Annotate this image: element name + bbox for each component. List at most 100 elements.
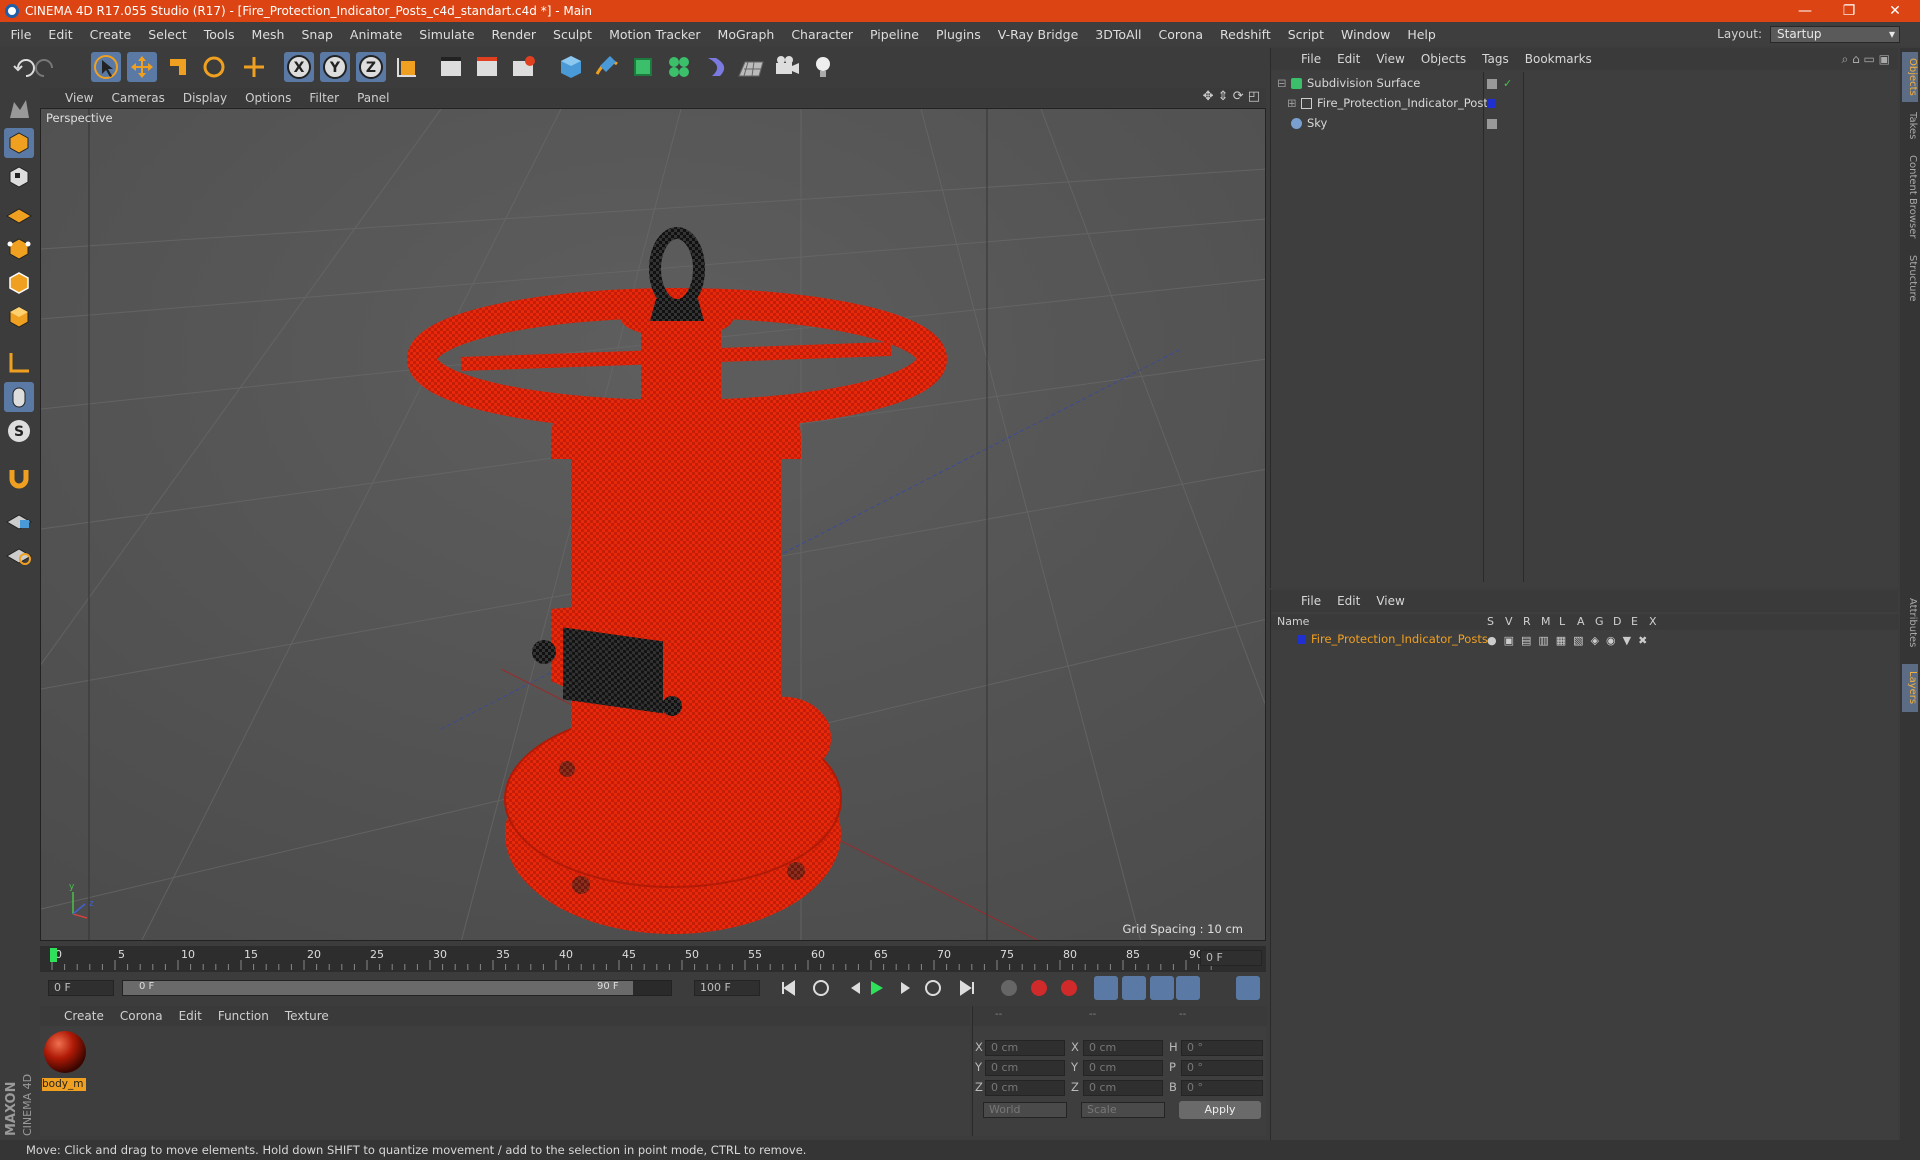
viewport-menu-filter[interactable]: Filter: [300, 91, 348, 105]
render-view-button[interactable]: [436, 52, 466, 82]
menu-motion-tracker[interactable]: Motion Tracker: [601, 27, 709, 42]
rot-b-field[interactable]: 0 °: [1181, 1080, 1263, 1096]
rot-p-field[interactable]: 0 °: [1181, 1060, 1263, 1076]
add-spline-button[interactable]: [592, 52, 622, 82]
tab-objects[interactable]: Objects: [1902, 52, 1918, 102]
viewport-menu-panel[interactable]: Panel: [348, 91, 398, 105]
pos-x-field[interactable]: 0 cm: [985, 1040, 1065, 1056]
scale-tool[interactable]: [163, 52, 193, 82]
objects-menu-file[interactable]: File: [1293, 52, 1329, 66]
add-deformer-button[interactable]: [700, 52, 730, 82]
menu-snap[interactable]: Snap: [293, 27, 341, 42]
goto-end-button[interactable]: [952, 976, 976, 1000]
workplane-mode-button[interactable]: [4, 196, 34, 226]
menu-corona[interactable]: Corona: [1150, 27, 1211, 42]
lock-workplane-button[interactable]: [4, 504, 34, 534]
material-menu-texture[interactable]: Texture: [277, 1009, 337, 1023]
axis-mode-button[interactable]: [4, 348, 34, 378]
enabled-check-icon[interactable]: ✓: [1503, 74, 1512, 93]
objects-menu-edit[interactable]: Edit: [1329, 52, 1368, 66]
size-y-field[interactable]: 0 cm: [1083, 1060, 1163, 1076]
viewport-menu-cameras[interactable]: Cameras: [102, 91, 173, 105]
object-manager-search-icon[interactable]: ⌕ ⌂ ▭ ▣: [1842, 52, 1890, 67]
add-cube-button[interactable]: [556, 52, 586, 82]
y-axis-lock[interactable]: Y: [320, 52, 350, 82]
menu-plugins[interactable]: Plugins: [927, 27, 989, 42]
render-settings-button[interactable]: [508, 52, 538, 82]
minimize-button[interactable]: —: [1782, 0, 1828, 22]
autokey-button[interactable]: [1028, 976, 1052, 1000]
menu-3dtoall[interactable]: 3DToAll: [1087, 27, 1150, 42]
menu-edit[interactable]: Edit: [40, 27, 81, 42]
menu-create[interactable]: Create: [81, 27, 140, 42]
coordinate-system-button[interactable]: [392, 52, 422, 82]
frame-range-track[interactable]: 0 F 90 F: [122, 980, 672, 996]
model-mode-button[interactable]: [4, 128, 34, 158]
menu-redshift[interactable]: Redshift: [1212, 27, 1280, 42]
texture-mode-button[interactable]: [4, 162, 34, 192]
menu-pipeline[interactable]: Pipeline: [862, 27, 928, 42]
menu-file[interactable]: File: [2, 27, 40, 42]
make-editable-button[interactable]: [4, 94, 34, 124]
material-menu-create[interactable]: Create: [56, 1009, 112, 1023]
tweak-mode-button[interactable]: [4, 382, 34, 412]
layer-color-chip[interactable]: [1297, 635, 1306, 644]
snap-button[interactable]: S: [4, 416, 34, 446]
tab-layers[interactable]: Layers: [1902, 664, 1918, 712]
pos-y-field[interactable]: 0 cm: [985, 1060, 1065, 1076]
magnet-button[interactable]: [4, 462, 34, 492]
menu-simulate[interactable]: Simulate: [411, 27, 483, 42]
objects-menu-bookmarks[interactable]: Bookmarks: [1517, 52, 1600, 66]
layer-color-chip[interactable]: [1487, 99, 1496, 108]
menu-vray-bridge[interactable]: V-Ray Bridge: [989, 27, 1087, 42]
end-frame-field[interactable]: 100 F: [694, 980, 760, 996]
menu-select[interactable]: Select: [140, 27, 196, 42]
goto-prev-key-button[interactable]: [806, 976, 830, 1000]
menu-character[interactable]: Character: [783, 27, 862, 42]
menu-window[interactable]: Window: [1333, 27, 1399, 42]
object-row-subdivision[interactable]: ⊟ Subdivision Surface ✓: [1271, 74, 1899, 93]
move-tool[interactable]: [127, 52, 157, 82]
maximize-button[interactable]: ❐: [1826, 0, 1872, 22]
menu-tools[interactable]: Tools: [195, 27, 243, 42]
add-scene-button[interactable]: [736, 52, 766, 82]
material-menu-corona[interactable]: Corona: [112, 1009, 171, 1023]
x-axis-lock[interactable]: X: [284, 52, 314, 82]
planar-workplane-button[interactable]: [4, 538, 34, 568]
menu-mesh[interactable]: Mesh: [243, 27, 293, 42]
menu-help[interactable]: Help: [1399, 27, 1445, 42]
layout-dropdown[interactable]: Startup: [1770, 25, 1900, 43]
tab-takes[interactable]: Takes: [1902, 106, 1918, 146]
playhead[interactable]: [50, 948, 57, 962]
material-menu-function[interactable]: Function: [210, 1009, 277, 1023]
layers-menu-edit[interactable]: Edit: [1329, 594, 1368, 608]
redo-button[interactable]: [44, 52, 74, 82]
object-row-sky[interactable]: Sky: [1271, 114, 1899, 133]
add-camera-button[interactable]: [772, 52, 802, 82]
add-generator-button[interactable]: [628, 52, 658, 82]
keyframe-selection-button[interactable]: [1058, 976, 1082, 1000]
menu-mograph[interactable]: MoGraph: [709, 27, 783, 42]
key-scale-toggle[interactable]: [1122, 976, 1146, 1000]
close-button[interactable]: ✕: [1872, 0, 1918, 22]
goto-start-button[interactable]: [776, 976, 800, 1000]
render-picture-viewer-button[interactable]: [472, 52, 502, 82]
live-selection-tool[interactable]: [91, 52, 121, 82]
play-button[interactable]: [862, 976, 886, 1000]
goto-next-key-button[interactable]: [922, 976, 946, 1000]
apply-button[interactable]: Apply: [1179, 1101, 1261, 1119]
key-rotation-toggle[interactable]: [1150, 976, 1174, 1000]
record-button[interactable]: [998, 976, 1022, 1000]
material-menu-edit[interactable]: Edit: [171, 1009, 210, 1023]
step-forward-button[interactable]: [892, 976, 916, 1000]
step-back-button[interactable]: [836, 976, 860, 1000]
objects-menu-tags[interactable]: Tags: [1474, 52, 1517, 66]
layer-chip[interactable]: [1487, 79, 1497, 89]
rot-h-field[interactable]: 0 °: [1181, 1040, 1263, 1056]
viewport-menu-display[interactable]: Display: [174, 91, 236, 105]
pos-z-field[interactable]: 0 cm: [985, 1080, 1065, 1096]
edges-mode-button[interactable]: [4, 268, 34, 298]
coord-system-dropdown[interactable]: World: [983, 1102, 1067, 1118]
tab-attributes[interactable]: Attributes: [1902, 588, 1918, 658]
viewport-menu-view[interactable]: View: [56, 91, 102, 105]
